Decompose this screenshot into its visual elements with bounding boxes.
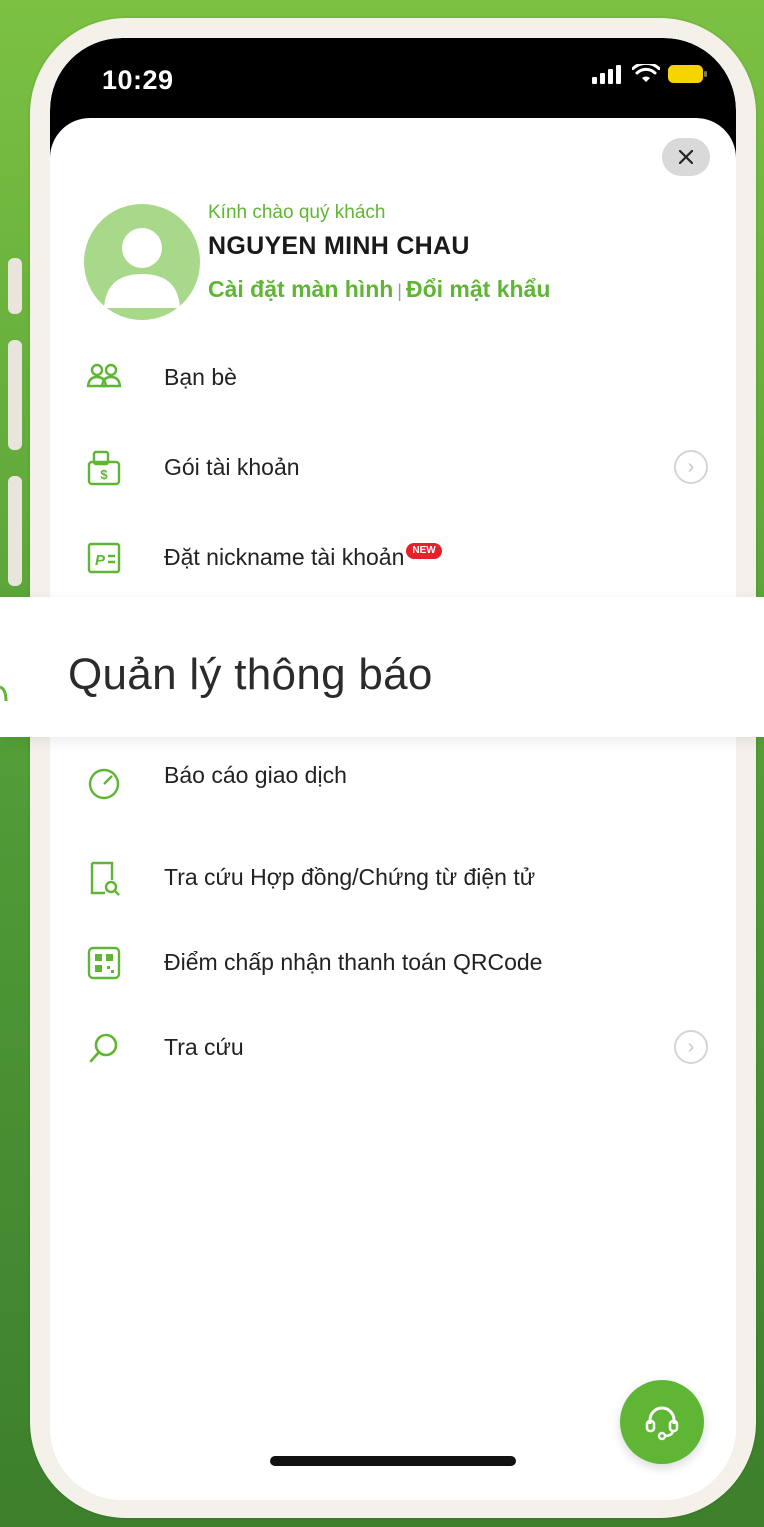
phone-side-button: [8, 476, 22, 586]
screen-settings-link[interactable]: Cài đặt màn hình: [208, 276, 393, 302]
menu-item-nickname[interactable]: P Đặt nickname tài khoản NEW: [50, 528, 736, 588]
nickname-icon: P: [87, 542, 121, 574]
close-button[interactable]: [662, 138, 710, 176]
user-icon: [104, 228, 180, 308]
user-name: NGUYEN MINH CHAU: [208, 232, 470, 260]
qrcode-icon: [87, 946, 121, 980]
contract-lookup-icon: [90, 861, 120, 896]
menu-item-friends[interactable]: Bạn bè: [50, 348, 736, 408]
menu-item-label: Đặt nickname tài khoản NEW: [164, 543, 442, 571]
menu-item-label-text: Đặt nickname tài khoản: [164, 544, 405, 570]
close-icon: [679, 150, 693, 164]
phone-screen: 10:29 Kính chào quý khách NGUYEN MINH CH…: [50, 38, 736, 1500]
phone-side-button: [8, 340, 22, 450]
transaction-report-icon: [88, 768, 120, 800]
greeting-text: Kính chào quý khách: [208, 202, 386, 223]
change-password-link[interactable]: Đổi mật khẩu: [406, 276, 550, 302]
search-icon: [89, 1033, 118, 1063]
chevron-right-icon[interactable]: ›: [674, 1030, 708, 1064]
svg-text:$: $: [100, 467, 108, 482]
menu-item-label: Điểm chấp nhận thanh toán QRCode: [164, 949, 543, 975]
system-icons: [592, 64, 708, 84]
menu-item-label: Tra cứu: [164, 1034, 244, 1060]
new-badge: NEW: [406, 543, 442, 559]
home-indicator: [270, 1456, 516, 1466]
link-separator: |: [397, 281, 402, 301]
menu-item-label: Bạn bè: [164, 364, 237, 390]
account-package-icon: $: [87, 450, 121, 486]
wifi-icon: [632, 64, 660, 82]
menu-sheet: Kính chào quý khách NGUYEN MINH CHAU Cài…: [50, 118, 736, 1500]
chevron-right-icon[interactable]: ›: [674, 450, 708, 484]
phone-side-button: [8, 258, 22, 314]
headset-icon: [645, 1406, 679, 1441]
menu-item-transaction-report[interactable]: Báo cáo giao dịch: [50, 758, 736, 818]
menu-item-account-package[interactable]: $ Gói tài khoản ›: [50, 438, 736, 498]
menu-item-label: Gói tài khoản: [164, 454, 300, 480]
friends-icon: [86, 363, 122, 388]
avatar[interactable]: [84, 204, 200, 320]
profile-links: Cài đặt màn hình | Đổi mật khẩu: [208, 276, 550, 303]
highlighted-menu-item[interactable]: Quản lý thông báo: [0, 597, 764, 737]
status-time: 10:29: [102, 65, 174, 95]
menu-item-lookup[interactable]: Tra cứu ›: [50, 1018, 736, 1078]
svg-text:P: P: [95, 552, 106, 569]
support-button[interactable]: [620, 1380, 704, 1464]
battery-icon: [668, 65, 707, 83]
menu-item-qrcode[interactable]: Điểm chấp nhận thanh toán QRCode: [50, 933, 736, 993]
highlighted-menu-label: Quản lý thông báo: [68, 650, 433, 699]
menu-item-label: Báo cáo giao dịch: [164, 762, 347, 788]
menu-item-label: Tra cứu Hợp đồng/Chứng từ điện tử: [164, 864, 536, 890]
bell-icon: [0, 685, 8, 702]
signal-icon: [592, 65, 621, 84]
menu-item-contract-lookup[interactable]: Tra cứu Hợp đồng/Chứng từ điện tử: [50, 848, 736, 908]
